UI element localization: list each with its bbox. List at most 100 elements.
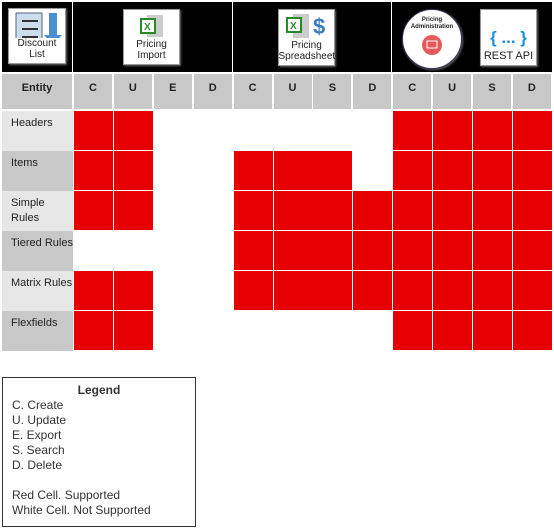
unsupported-cell [313, 311, 353, 350]
supported-cell [313, 151, 353, 190]
svg-text:X: X [144, 22, 151, 33]
discount-list-tile[interactable]: Discount List [8, 8, 66, 64]
op-column-header: S [313, 74, 352, 109]
op-column-header: C [74, 74, 112, 109]
legend-item: S. Search [12, 443, 65, 457]
op-column-header: D [193, 74, 232, 109]
legend-item: C. Create [12, 398, 64, 412]
excel-icon: X [139, 15, 163, 37]
unsupported-cell [193, 151, 233, 190]
unsupported-cell [153, 231, 193, 270]
supported-cell [473, 191, 512, 230]
pricing-admin-tile[interactable]: Pricing Administration [402, 9, 462, 69]
excel-dollar-icon: X $ [285, 14, 325, 39]
op-column-header: U [113, 74, 152, 109]
unsupported-cell [313, 111, 353, 150]
supported-cell [233, 231, 273, 270]
pricing-spreadsheet-label: Pricing Spreadsheet [278, 40, 336, 62]
svg-text:X: X [290, 21, 297, 32]
unsupported-cell [353, 111, 393, 150]
supported-cell [113, 191, 153, 230]
op-column-header: U [433, 74, 472, 109]
supported-cell [433, 231, 473, 270]
op-column-header: U [273, 74, 312, 109]
entity-cell: Matrix Rules [2, 271, 73, 311]
unsupported-cell [233, 311, 273, 350]
supported-cell [433, 191, 473, 230]
op-column-header: C [393, 74, 432, 109]
entity-cell: Headers [2, 111, 73, 151]
rest-api-tile[interactable]: { ... } REST API [480, 9, 537, 66]
legend-note: Red Cell. Supported [12, 488, 121, 502]
pricing-admin-label: Pricing Administration [410, 17, 454, 30]
unsupported-cell [273, 111, 313, 150]
supported-cell [393, 191, 433, 230]
supported-cell [113, 311, 153, 350]
supported-cell [512, 231, 552, 270]
discount-list-label: Discount List [17, 38, 57, 60]
supported-cell [313, 231, 353, 270]
braces-icon: { ... } [490, 28, 527, 47]
supported-cell [353, 231, 393, 270]
supported-cell [273, 231, 313, 270]
supported-cell [512, 311, 552, 350]
unsupported-cell [193, 271, 233, 310]
unsupported-cell [113, 231, 153, 270]
supported-cell [313, 191, 353, 230]
unsupported-cell [353, 311, 393, 350]
unsupported-cell [153, 311, 193, 350]
unsupported-cell [193, 231, 233, 270]
supported-cell [473, 311, 512, 350]
unsupported-cell [193, 311, 233, 350]
supported-cell [473, 151, 512, 190]
pricing-import-label: Pricing Import [136, 39, 167, 61]
supported-cell [433, 311, 473, 350]
supported-cell [273, 271, 313, 310]
supported-cell [233, 151, 273, 190]
unsupported-cell [153, 191, 193, 230]
unsupported-cell [74, 231, 113, 270]
svg-text:$: $ [313, 14, 325, 39]
supported-cell [512, 271, 552, 310]
supported-cell [512, 111, 552, 150]
entity-cell: Items [2, 151, 73, 191]
unsupported-cell [193, 111, 233, 150]
rest-api-label: REST API [483, 50, 534, 62]
supported-cell [273, 151, 313, 190]
unsupported-cell [153, 111, 193, 150]
legend-title: Legend [77, 383, 121, 397]
supported-cell [233, 271, 273, 310]
unsupported-cell [153, 271, 193, 310]
supported-cell [353, 191, 393, 230]
supported-cell [512, 191, 552, 230]
supported-cell [353, 271, 393, 310]
supported-cell [273, 191, 313, 230]
supported-cell [393, 231, 433, 270]
supported-cell [433, 271, 473, 310]
legend-item: E. Export [12, 428, 62, 442]
supported-cell [473, 231, 512, 270]
supported-cell [74, 311, 113, 350]
supported-cell [473, 271, 512, 310]
op-column-header: D [512, 74, 551, 109]
supported-cell [393, 271, 433, 310]
entity-column-header: Entity [2, 74, 72, 109]
pricing-import-tile[interactable]: X Pricing Import [123, 9, 180, 65]
op-column-header: E [153, 74, 192, 109]
checklist-download-icon [15, 12, 62, 38]
supported-cell [74, 151, 113, 190]
supported-cell [233, 191, 273, 230]
pricing-spreadsheet-tile[interactable]: X $ Pricing Spreadsheet [278, 9, 335, 66]
supported-cell [113, 111, 153, 150]
op-column-header: S [473, 74, 511, 109]
unsupported-cell [353, 151, 393, 190]
supported-cell [74, 111, 113, 150]
entity-cell: Simple Rules [2, 191, 73, 231]
unsupported-cell [153, 151, 193, 190]
supported-cell [313, 271, 353, 310]
supported-cell [393, 311, 433, 350]
supported-cell [393, 151, 433, 190]
legend: Legend C. Create U. Update E. Export S. … [2, 377, 196, 527]
supported-cell [473, 111, 512, 150]
op-column-header: D [353, 74, 392, 109]
